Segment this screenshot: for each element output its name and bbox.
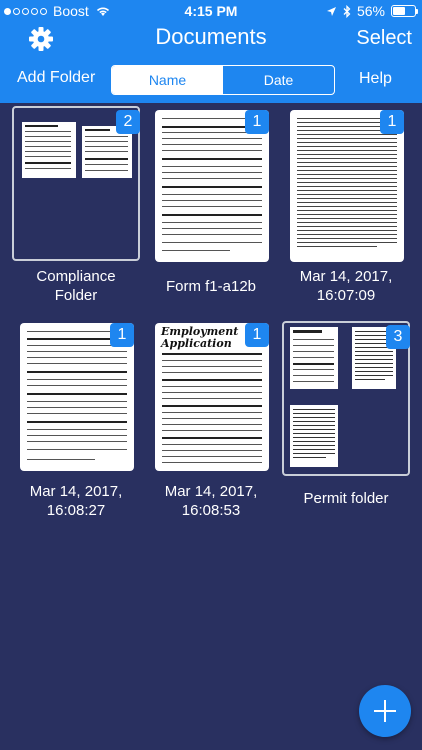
caption-line: 16:07:09 <box>316 287 376 304</box>
folder-preview-page <box>290 327 338 389</box>
caption-line: 16:08:27 <box>46 502 106 519</box>
caption-line: 16:08:53 <box>181 502 241 519</box>
top-bar: Boost 4:15 PM 56% Documents Select Add F… <box>0 0 422 103</box>
nav-bar: Documents Select <box>0 22 422 58</box>
page-count-badge: 3 <box>386 325 410 349</box>
caption-line: Permit folder <box>303 490 389 507</box>
caption-line: Compliance <box>36 268 116 285</box>
grid-item-compliance-folder[interactable]: 2 Compliance Folder <box>12 106 140 306</box>
add-document-button[interactable] <box>359 685 411 737</box>
grid-item-permit-folder[interactable]: 3 Permit folder <box>282 319 410 519</box>
help-button[interactable]: Help <box>359 70 392 88</box>
folder-preview-page <box>290 405 338 467</box>
page-count-badge: 1 <box>110 323 134 347</box>
thumbnail-heading: Application <box>161 337 232 350</box>
item-caption: Mar 14, 2017, 16:08:53 <box>137 482 285 520</box>
bluetooth-icon <box>343 4 351 18</box>
item-caption: Mar 14, 2017, 16:07:09 <box>272 267 420 305</box>
add-folder-button[interactable]: Add Folder <box>17 69 95 87</box>
select-button[interactable]: Select <box>356 27 412 50</box>
page-count-badge: 1 <box>245 323 269 347</box>
caption-line: Folder <box>54 287 98 304</box>
caption-line: Mar 14, 2017, <box>299 268 393 285</box>
item-caption: Mar 14, 2017, 16:08:27 <box>2 482 150 520</box>
caption-line: Mar 14, 2017, <box>29 483 123 500</box>
caption-line: Form f1-a12b <box>165 278 257 295</box>
sort-date-tab[interactable]: Date <box>223 66 334 94</box>
folder-preview-page <box>22 122 76 178</box>
page-count-badge: 1 <box>380 110 404 134</box>
document-grid: 2 Compliance Folder 1 Form f1-a12b 1 Mar… <box>0 103 422 750</box>
location-arrow-icon <box>326 6 336 16</box>
item-caption: Compliance Folder <box>2 267 150 305</box>
battery-fill <box>393 7 405 15</box>
status-right: 56% <box>326 3 418 19</box>
caption-line: Mar 14, 2017, <box>164 483 258 500</box>
grid-item-scan-160827[interactable]: 1 Mar 14, 2017, 16:08:27 <box>12 319 140 519</box>
page-count-badge: 2 <box>116 110 140 134</box>
item-caption: Form f1-a12b <box>137 277 285 296</box>
sort-name-tab[interactable]: Name <box>112 66 223 94</box>
toolbar: Add Folder Name Date Help <box>0 58 422 103</box>
status-bar: Boost 4:15 PM 56% <box>0 0 422 22</box>
grid-item-scan-160709[interactable]: 1 Mar 14, 2017, 16:07:09 <box>282 106 410 306</box>
grid-item-scan-160853[interactable]: Employment Application 1 Mar 14, 2017, 1… <box>147 319 275 519</box>
item-caption: Permit folder <box>272 489 420 508</box>
battery-icon <box>391 5 418 17</box>
sort-segmented-control: Name Date <box>111 65 335 95</box>
battery-percent: 56% <box>356 3 385 19</box>
grid-item-form-f1-a12b[interactable]: 1 Form f1-a12b <box>147 106 275 306</box>
page-count-badge: 1 <box>245 110 269 134</box>
